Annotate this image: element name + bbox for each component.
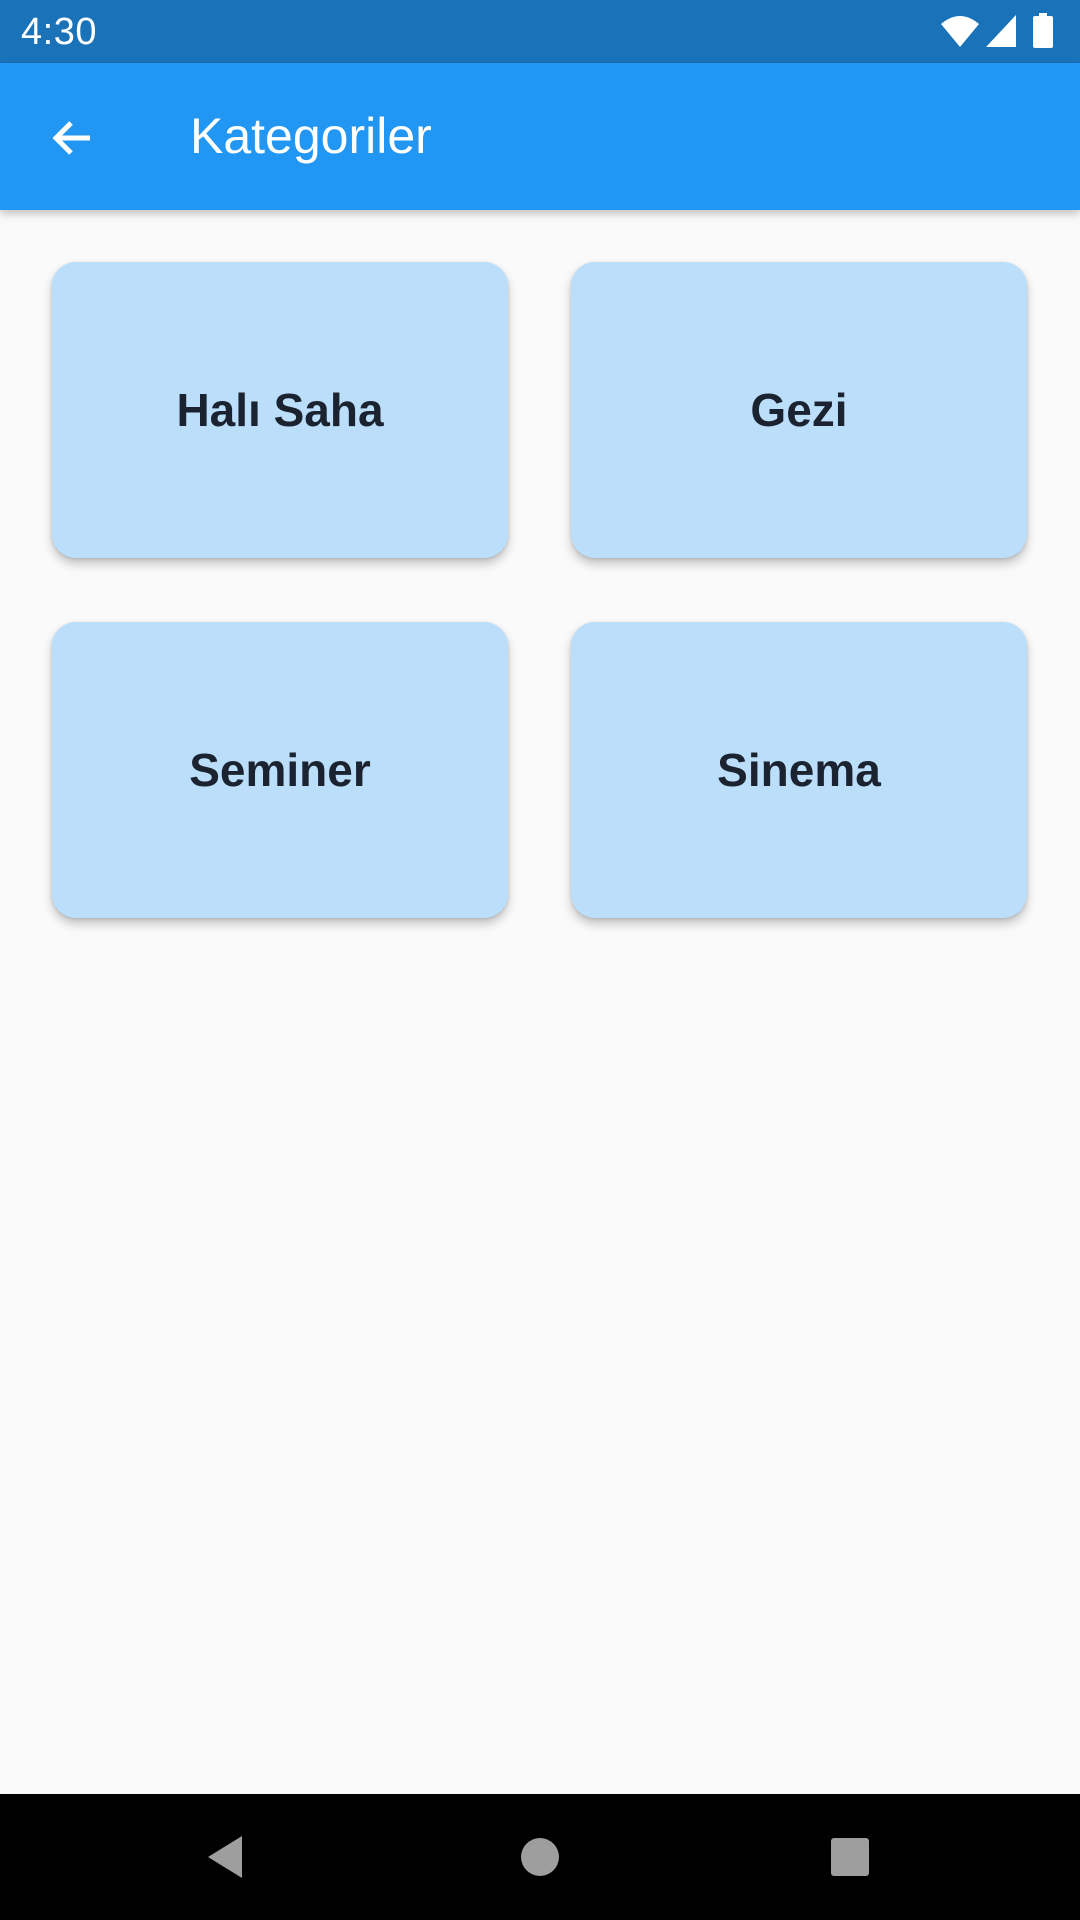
nav-back-icon	[208, 1836, 242, 1878]
status-time: 4:30	[21, 11, 97, 53]
cellular-signal-icon	[986, 15, 1016, 47]
category-card-label: Sinema	[717, 744, 881, 796]
app-bar: Kategoriler	[0, 63, 1080, 210]
status-icons	[940, 13, 1060, 49]
battery-icon	[1033, 13, 1053, 48]
nav-home-button[interactable]	[500, 1817, 580, 1897]
nav-home-icon	[521, 1838, 559, 1876]
status-bar: 4:30	[0, 0, 1080, 63]
page-title: Kategoriler	[190, 108, 432, 164]
category-card-seminer[interactable]: Seminer	[52, 622, 508, 918]
arrow-back-icon	[52, 121, 90, 155]
category-card-label: Seminer	[189, 744, 371, 796]
wifi-icon	[941, 16, 979, 47]
category-card-sinema[interactable]: Sinema	[571, 622, 1027, 918]
category-card-label: Gezi	[750, 384, 848, 436]
nav-recent-apps-button[interactable]	[810, 1817, 890, 1897]
nav-recent-apps-icon	[831, 1838, 869, 1876]
category-card-gezi[interactable]: Gezi	[571, 262, 1027, 558]
category-card-label: Halı Saha	[176, 384, 384, 436]
back-button[interactable]	[30, 96, 114, 180]
category-card-hali-saha[interactable]: Halı Saha	[52, 262, 508, 558]
system-navigation-bar	[0, 1794, 1080, 1920]
nav-back-button[interactable]	[186, 1817, 266, 1897]
